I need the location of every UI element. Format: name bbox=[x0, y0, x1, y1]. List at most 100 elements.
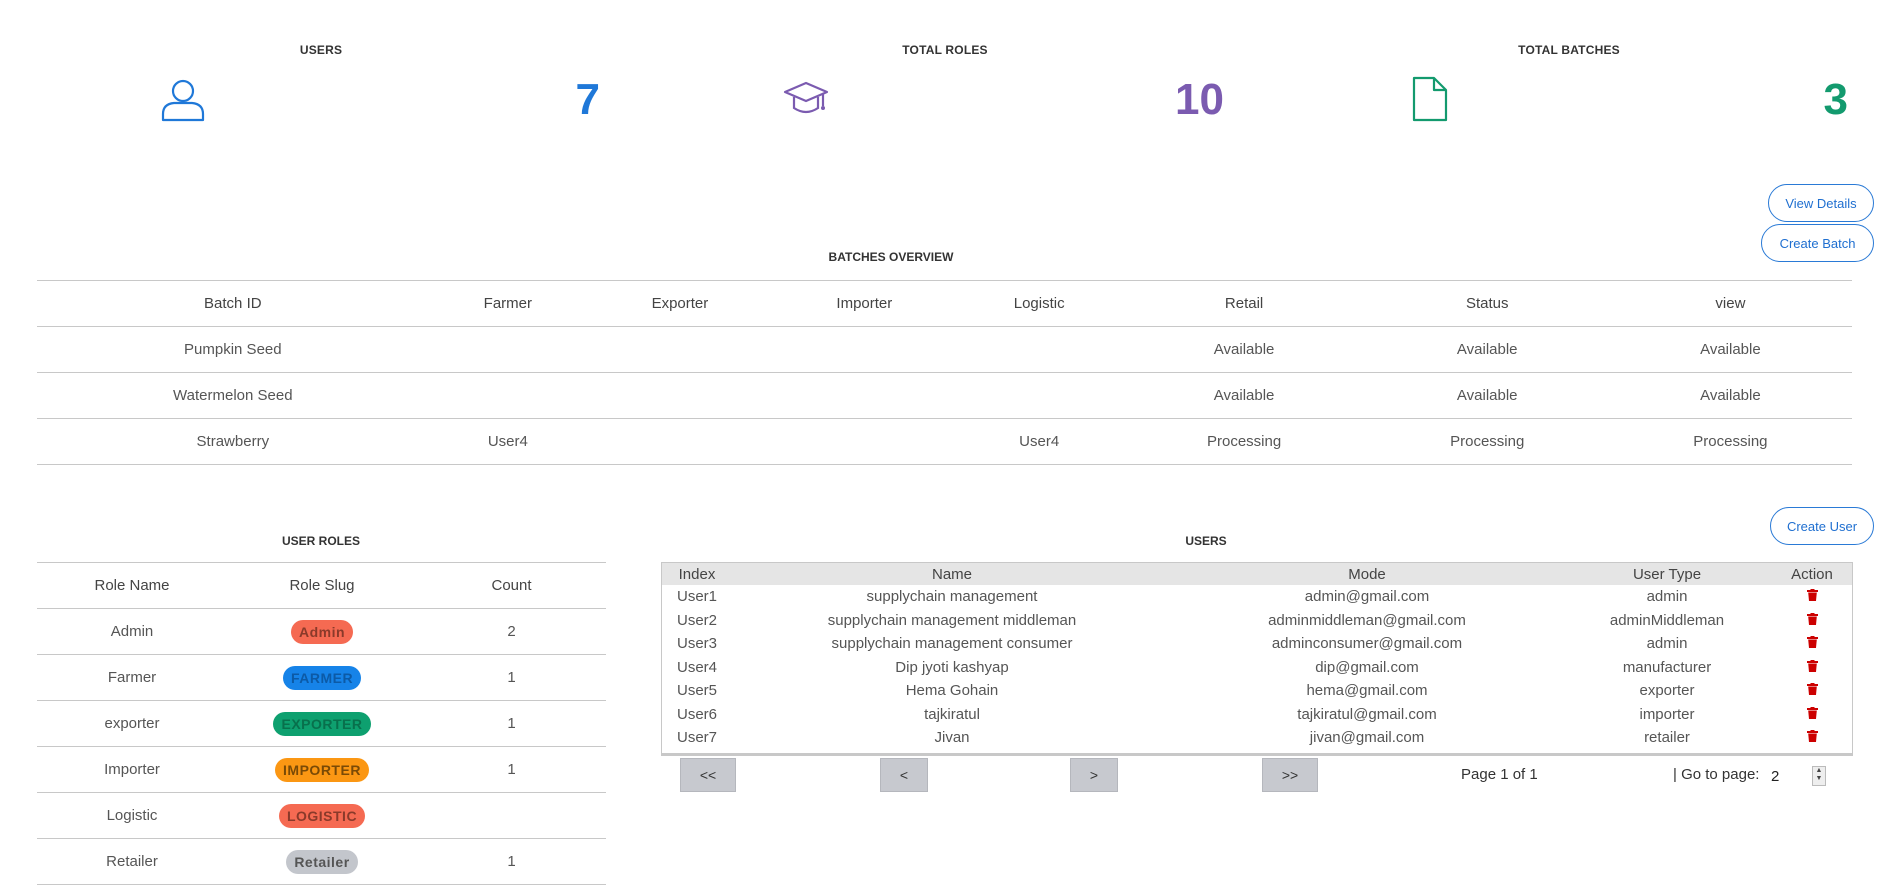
role-slug-badge: FARMER bbox=[282, 665, 362, 690]
table-cell: tajkiratul bbox=[924, 705, 980, 723]
table-cell: adminMiddleman bbox=[1609, 611, 1725, 629]
trash-icon[interactable] bbox=[1806, 635, 1818, 652]
role-name-cell: Logistic bbox=[37, 792, 227, 839]
table-cell bbox=[772, 418, 956, 465]
users-table-container[interactable]: Index Name Mode User Type Action User1 su… bbox=[661, 562, 1853, 756]
last-page-button[interactable]: >> bbox=[1262, 758, 1318, 792]
table-cell: tajkiratul@gmail.com bbox=[1297, 705, 1437, 723]
table-cell: User3 bbox=[676, 635, 717, 653]
table-cell: User6 bbox=[676, 705, 717, 723]
table-cell: Available bbox=[1365, 372, 1609, 419]
action-cell bbox=[1772, 703, 1852, 727]
table-cell bbox=[587, 418, 773, 465]
table-cell: Hema Gohain bbox=[905, 682, 999, 700]
batch-id-cell: Watermelon Seed bbox=[37, 372, 429, 419]
table-cell bbox=[587, 326, 773, 373]
table-cell: adminmiddleman@gmail.com bbox=[1268, 611, 1466, 629]
table-cell bbox=[428, 372, 588, 419]
first-page-button[interactable]: << bbox=[680, 758, 736, 792]
table-cell: manufacturer bbox=[1622, 658, 1712, 676]
table-cell: Available bbox=[1122, 372, 1366, 419]
role-name-cell: Importer bbox=[37, 746, 227, 793]
user-icon bbox=[161, 79, 205, 122]
batch-id-cell: Pumpkin Seed bbox=[37, 326, 429, 373]
role-slug-cell: IMPORTER bbox=[227, 746, 417, 793]
stat-title: TOTAL BATCHES bbox=[1518, 43, 1620, 57]
role-slug-badge: Retailer bbox=[286, 849, 358, 874]
role-slug-badge: LOGISTIC bbox=[278, 803, 366, 828]
trash-icon[interactable] bbox=[1806, 588, 1818, 605]
batches-table: Batch ID Farmer Exporter Importer Logist… bbox=[37, 280, 1852, 465]
view-cell[interactable]: Available bbox=[1608, 372, 1852, 419]
table-cell bbox=[428, 326, 588, 373]
prev-page-button[interactable]: < bbox=[880, 758, 928, 792]
table-cell bbox=[772, 372, 956, 419]
action-cell bbox=[1772, 656, 1852, 680]
role-slug-cell: Retailer bbox=[227, 838, 417, 885]
table-cell bbox=[772, 326, 956, 373]
table-cell: User4 bbox=[676, 658, 717, 676]
table-cell: Available bbox=[1365, 326, 1609, 373]
table-row: Farmer FARMER 1 bbox=[37, 654, 606, 701]
role-name-cell: Farmer bbox=[37, 654, 227, 701]
role-slug-badge: Admin bbox=[290, 619, 354, 644]
trash-icon[interactable] bbox=[1806, 612, 1818, 629]
view-cell[interactable]: Available bbox=[1608, 326, 1852, 373]
table-cell: hema@gmail.com bbox=[1306, 682, 1428, 700]
user-roles-table: Role Name Role Slug Count Admin Admin 2 Far… bbox=[37, 562, 606, 885]
table-header-row: Index Name Mode User Type Action bbox=[662, 563, 1852, 585]
table-cell: Processing bbox=[1122, 418, 1366, 465]
table-cell: User4 bbox=[428, 418, 588, 465]
table-row: exporter EXPORTER 1 bbox=[37, 700, 606, 747]
table-row: Importer IMPORTER 1 bbox=[37, 746, 606, 793]
stat-value: 7 bbox=[575, 75, 600, 124]
table-row: User6 tajkiratul tajkiratul@gmail.com impor… bbox=[662, 703, 1852, 727]
table-cell: admin bbox=[1646, 635, 1688, 653]
table-cell: supplychain management middleman bbox=[827, 611, 1077, 629]
stat-title: TOTAL ROLES bbox=[902, 43, 988, 57]
table-cell: dip@gmail.com bbox=[1315, 658, 1419, 676]
table-row: User1 supplychain management admin@gmail.c… bbox=[662, 585, 1852, 609]
document-icon bbox=[1412, 76, 1448, 122]
action-cell bbox=[1772, 679, 1852, 703]
table-cell: supplychain management bbox=[866, 588, 1038, 606]
spinner-arrows-icon[interactable]: ▲ ▼ bbox=[1812, 766, 1826, 786]
table-cell: User2 bbox=[676, 611, 717, 629]
table-row: User4 Dip jyoti kashyap dip@gmail.com manuf… bbox=[662, 656, 1852, 680]
users-table: Index Name Mode User Type Action User1 su… bbox=[662, 563, 1852, 750]
action-cell bbox=[1772, 632, 1852, 656]
next-page-button[interactable]: > bbox=[1070, 758, 1118, 792]
table-cell: User5 bbox=[676, 682, 717, 700]
trash-icon[interactable] bbox=[1806, 729, 1818, 746]
column-header: Exporter bbox=[587, 280, 773, 327]
trash-icon[interactable] bbox=[1806, 659, 1818, 676]
role-count-cell: 1 bbox=[417, 654, 606, 701]
table-cell bbox=[955, 372, 1123, 419]
trash-icon[interactable] bbox=[1806, 706, 1818, 723]
table-cell bbox=[587, 372, 773, 419]
column-header: Status bbox=[1365, 280, 1609, 327]
table-row: Admin Admin 2 bbox=[37, 608, 606, 655]
table-cell: Available bbox=[1122, 326, 1366, 373]
table-cell: Dip jyoti kashyap bbox=[895, 658, 1009, 676]
table-cell: exporter bbox=[1639, 682, 1695, 700]
create-batch-button[interactable]: Create Batch bbox=[1761, 224, 1874, 262]
table-row: Logistic LOGISTIC bbox=[37, 792, 606, 839]
table-cell: Jivan bbox=[934, 729, 970, 747]
role-count-cell: 1 bbox=[417, 746, 606, 793]
column-header: Farmer bbox=[428, 280, 588, 327]
create-user-button[interactable]: Create User bbox=[1770, 507, 1874, 545]
column-header: Logistic bbox=[955, 280, 1123, 327]
role-slug-badge: EXPORTER bbox=[273, 711, 371, 736]
users-title: USERS bbox=[1185, 534, 1227, 548]
table-row: User2 supplychain management middleman adm… bbox=[662, 609, 1852, 633]
table-cell bbox=[955, 326, 1123, 373]
trash-icon[interactable] bbox=[1806, 682, 1818, 699]
table-row: User7 Jivan jivan@gmail.com retailer bbox=[662, 726, 1852, 750]
view-cell[interactable]: Processing bbox=[1608, 418, 1852, 465]
table-cell: admin@gmail.com bbox=[1304, 588, 1430, 606]
column-header: Index bbox=[662, 563, 732, 585]
view-details-button[interactable]: View Details bbox=[1768, 184, 1874, 222]
table-cell: supplychain management consumer bbox=[831, 635, 1073, 653]
column-header: Role Slug bbox=[227, 562, 417, 609]
